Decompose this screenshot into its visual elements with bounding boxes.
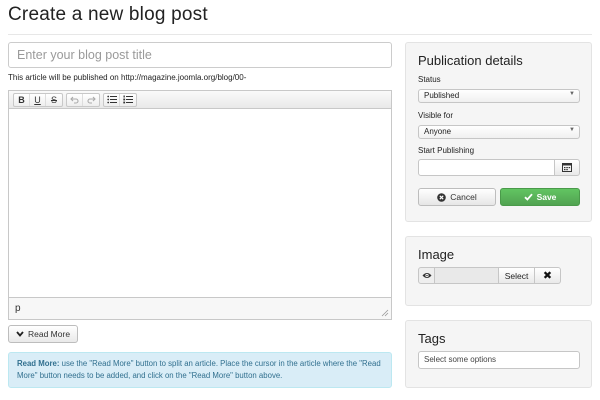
redo-icon	[86, 96, 96, 104]
caret-down-icon: ▼	[569, 127, 575, 133]
status-select[interactable]: Published ▼	[418, 89, 580, 103]
image-panel: Image Select ✖	[405, 236, 592, 306]
calendar-button[interactable]	[554, 159, 580, 176]
cancel-label: Cancel	[450, 192, 477, 202]
editor-statusbar: p	[9, 297, 391, 319]
numbered-list-icon	[123, 95, 133, 104]
publish-url-note: This article will be published on http:/…	[8, 73, 247, 82]
tags-panel: Tags Select some options	[405, 320, 592, 388]
numbered-list-button[interactable]	[120, 94, 136, 106]
save-button[interactable]: Save	[500, 188, 580, 206]
image-select-button[interactable]: Select	[498, 267, 535, 284]
element-path: p	[15, 303, 21, 314]
visible-for-select[interactable]: Anyone ▼	[418, 125, 580, 139]
start-publishing-label: Start Publishing	[418, 146, 475, 155]
editor-toolbar: B U S	[9, 91, 391, 109]
preview-button[interactable]	[418, 267, 435, 284]
save-label: Save	[536, 192, 557, 202]
read-more-button[interactable]: Read More	[8, 325, 79, 343]
redo-button[interactable]	[83, 94, 99, 106]
page: Create a new blog post This article will…	[0, 0, 600, 400]
visible-for-value: Anyone	[424, 127, 452, 136]
check-icon	[523, 193, 533, 201]
visible-for-label: Visible for	[418, 111, 453, 120]
title-divider	[8, 34, 592, 35]
read-more-info-alert: Read More: use the "Read More" button to…	[8, 352, 392, 388]
editor-content-area[interactable]	[9, 109, 391, 297]
underline-button[interactable]: U	[30, 93, 46, 106]
image-picker: Select ✖	[418, 267, 563, 284]
start-publishing-input[interactable]	[418, 159, 555, 176]
tags-panel-title: Tags	[418, 331, 446, 346]
undo-button[interactable]	[67, 93, 83, 106]
status-label: Status	[418, 75, 441, 84]
info-text: use the "Read More" button to split an a…	[17, 359, 381, 380]
format-button-group: B U S	[13, 92, 63, 107]
times-circle-icon	[437, 192, 447, 202]
undo-icon	[70, 96, 79, 104]
caret-down-icon: ▼	[569, 91, 575, 97]
close-icon: ✖	[542, 270, 553, 282]
page-title: Create a new blog post	[8, 4, 208, 25]
bold-button[interactable]: B	[14, 93, 30, 106]
read-more-label: Read More	[28, 329, 71, 339]
strikethrough-button[interactable]: S	[46, 94, 62, 106]
post-title-input[interactable]	[8, 42, 392, 68]
bullet-list-button[interactable]	[104, 93, 120, 106]
chevron-down-icon	[16, 331, 24, 337]
publication-panel-title: Publication details	[418, 53, 523, 68]
resize-grip-icon[interactable]	[381, 309, 389, 317]
status-value: Published	[424, 91, 460, 100]
tags-input[interactable]: Select some options	[418, 351, 580, 369]
list-button-group	[103, 92, 137, 107]
info-title: Read More:	[17, 359, 60, 368]
image-path-field	[435, 267, 498, 284]
image-panel-title: Image	[418, 247, 455, 262]
calendar-icon	[562, 163, 572, 172]
publication-details-panel: Publication details Status Published ▼ V…	[405, 42, 592, 222]
bullet-list-icon	[106, 95, 117, 104]
cancel-button[interactable]: Cancel	[418, 188, 496, 206]
eye-icon	[422, 273, 431, 278]
rich-text-editor: B U S p	[8, 90, 392, 320]
history-button-group	[66, 92, 100, 107]
image-clear-button[interactable]: ✖	[535, 267, 561, 284]
